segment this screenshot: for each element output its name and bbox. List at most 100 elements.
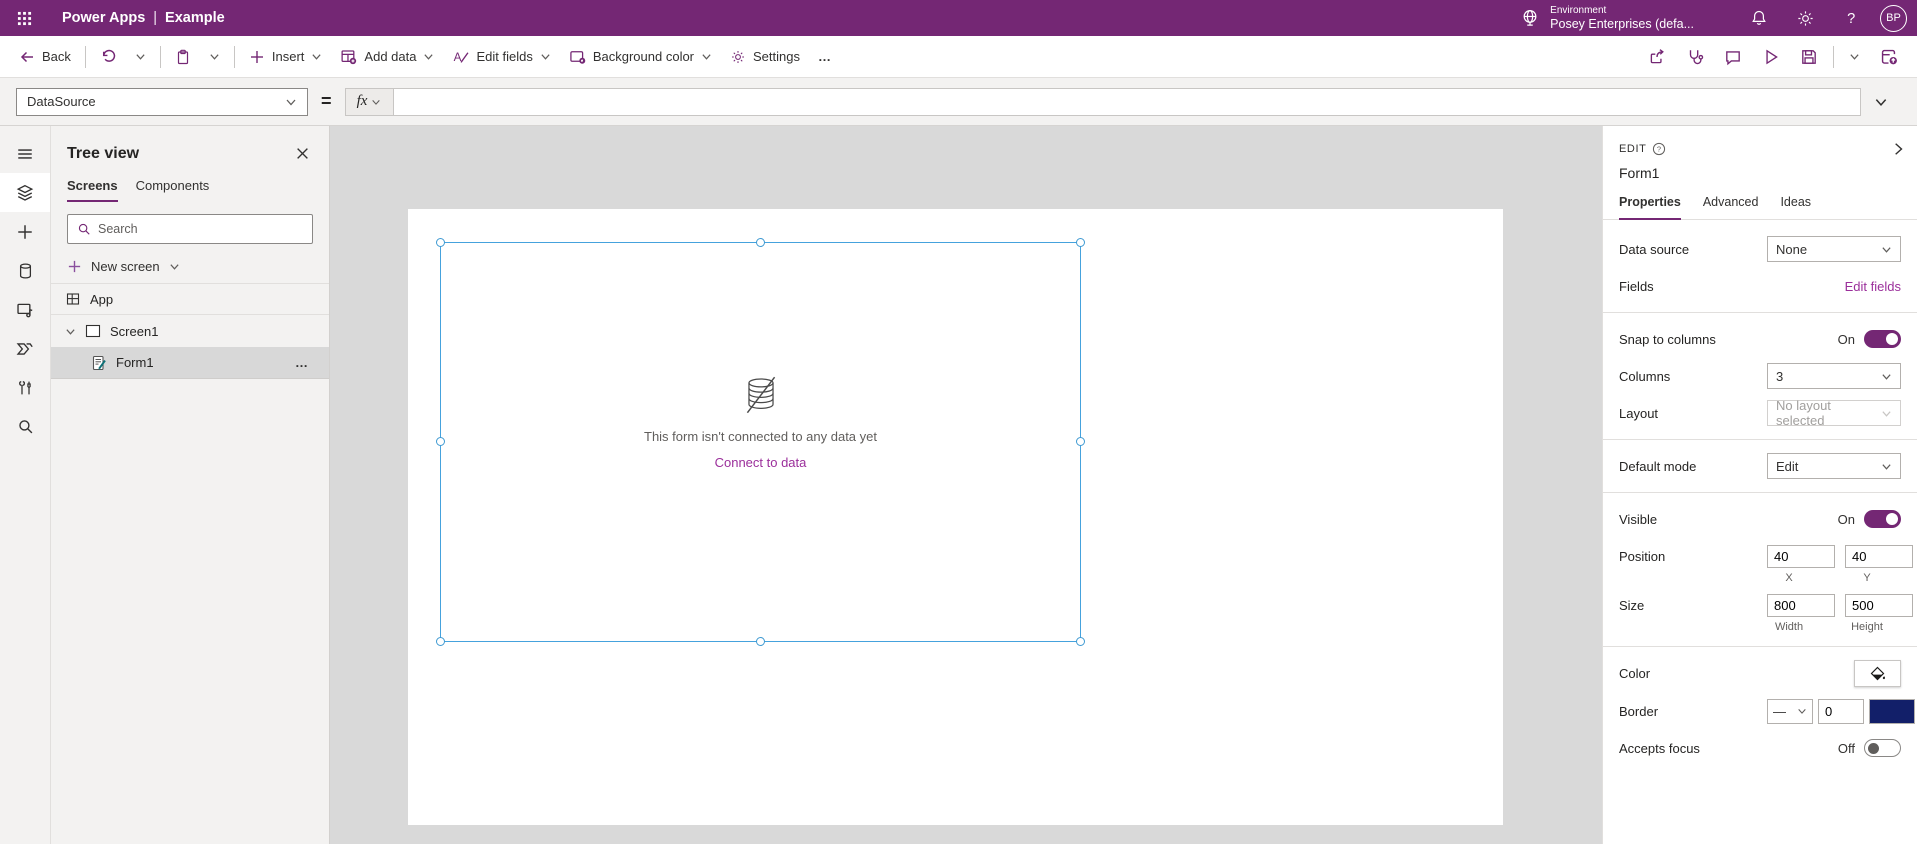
layout-value: No layout selected	[1776, 398, 1831, 428]
resize-handle[interactable]	[436, 637, 445, 646]
settings-label: Settings	[753, 49, 800, 64]
settings-button[interactable]: Settings	[721, 41, 809, 73]
formula-bar-expand-chevron[interactable]	[1861, 95, 1901, 109]
background-color-button[interactable]: Background color	[560, 41, 721, 73]
app-title: Power Apps | Example	[62, 10, 225, 26]
waffle-menu-icon[interactable]	[0, 0, 48, 36]
fill-color-button[interactable]	[1854, 660, 1901, 687]
rail-power-automate-icon[interactable]	[0, 329, 50, 368]
resize-handle[interactable]	[1076, 637, 1085, 646]
border-color-swatch[interactable]	[1869, 698, 1915, 724]
position-y-input[interactable]	[1845, 544, 1913, 568]
properties-panel: EDIT ? Form1 Properties Advanced Ideas D…	[1602, 126, 1917, 844]
formula-input-group: fx	[344, 87, 1861, 116]
fx-button[interactable]: fx	[345, 88, 394, 115]
notifications-bell-icon[interactable]	[1736, 0, 1782, 36]
paste-split-chevron[interactable]	[200, 41, 229, 73]
connect-to-data-link[interactable]: Connect to data	[715, 455, 807, 470]
app-checker-stethoscope-icon[interactable]	[1676, 41, 1714, 73]
property-selector-dropdown[interactable]: DataSource	[16, 87, 308, 116]
chevron-down-icon[interactable]	[65, 326, 76, 337]
formula-input[interactable]	[393, 88, 1860, 115]
default-mode-value: Edit	[1776, 458, 1799, 474]
svg-text:?: ?	[1657, 145, 1661, 154]
tree-item-screen1[interactable]: Screen1	[51, 315, 329, 347]
user-avatar[interactable]: BP	[1880, 4, 1907, 32]
tab-advanced[interactable]: Advanced	[1703, 195, 1759, 219]
tab-properties[interactable]: Properties	[1619, 195, 1681, 220]
tab-ideas[interactable]: Ideas	[1780, 195, 1811, 219]
size-height-input[interactable]	[1845, 593, 1913, 617]
rail-advanced-tools-icon[interactable]	[0, 368, 50, 407]
position-label: Position	[1619, 548, 1666, 564]
rail-search-icon[interactable]	[0, 407, 50, 446]
resize-handle[interactable]	[755, 238, 765, 247]
snap-to-columns-toggle[interactable]	[1864, 330, 1901, 348]
app-grid-icon	[65, 291, 81, 307]
rail-hamburger-menu[interactable]	[0, 134, 50, 173]
publish-button[interactable]	[1869, 41, 1907, 73]
visible-toggle[interactable]	[1864, 510, 1901, 528]
accepts-focus-label: Accepts focus	[1619, 740, 1700, 756]
insert-button[interactable]: Insert	[240, 41, 332, 73]
close-icon[interactable]	[292, 143, 313, 164]
search-input[interactable]	[98, 222, 303, 236]
undo-split-chevron[interactable]	[126, 41, 155, 73]
chevron-down-icon	[1881, 244, 1892, 255]
save-button[interactable]	[1790, 41, 1828, 73]
preview-play-button[interactable]	[1752, 41, 1790, 73]
background-color-icon	[569, 48, 586, 65]
accepts-focus-toggle[interactable]	[1864, 739, 1901, 757]
border-style-value: —	[1773, 703, 1786, 719]
database-disconnected-icon	[738, 373, 784, 419]
document-name: Example	[165, 10, 225, 26]
edit-fields-link[interactable]: Edit fields	[1845, 279, 1901, 294]
tree-item-screen1-label: Screen1	[110, 323, 159, 339]
app-screen[interactable]: This form isn't connected to any data ye…	[408, 209, 1503, 825]
back-button[interactable]: Back	[10, 41, 80, 73]
border-thickness-input[interactable]	[1818, 698, 1864, 724]
new-screen-button[interactable]: New screen	[51, 252, 329, 283]
layout-label: Layout	[1619, 405, 1659, 421]
settings-gear-icon[interactable]	[1782, 0, 1828, 36]
more-commands-button[interactable]: …	[809, 41, 841, 73]
columns-dropdown[interactable]: 3	[1767, 363, 1901, 389]
tree-item-app[interactable]: App	[51, 283, 329, 315]
add-data-button[interactable]: Add data	[331, 41, 443, 73]
share-button[interactable]	[1638, 41, 1676, 73]
more-actions-icon[interactable]: …	[289, 355, 315, 370]
data-source-dropdown[interactable]: None	[1767, 236, 1901, 262]
default-mode-dropdown[interactable]: Edit	[1767, 453, 1901, 479]
rail-insert-icon[interactable]	[0, 212, 50, 251]
tab-screens[interactable]: Screens	[67, 178, 118, 202]
resize-handle[interactable]	[436, 238, 445, 247]
resize-handle[interactable]	[755, 637, 765, 646]
edit-mode-label: EDIT	[1619, 143, 1647, 155]
chevron-right-icon[interactable]	[1891, 142, 1905, 156]
paste-button[interactable]	[166, 41, 200, 73]
size-width-input[interactable]	[1767, 593, 1835, 617]
help-circle-icon[interactable]: ?	[1652, 142, 1666, 156]
help-icon[interactable]: ?	[1828, 0, 1874, 36]
rail-tree-view-icon[interactable]	[0, 173, 50, 212]
add-data-label: Add data	[364, 49, 417, 64]
edit-fields-button[interactable]: A Edit fields	[443, 41, 559, 73]
border-style-dropdown[interactable]: —	[1767, 698, 1813, 724]
rail-data-icon[interactable]	[0, 251, 50, 290]
position-x-input[interactable]	[1767, 544, 1835, 568]
undo-button[interactable]	[91, 41, 126, 73]
form-empty-state: This form isn't connected to any data ye…	[441, 373, 1080, 470]
resize-handle[interactable]	[1076, 238, 1085, 247]
chevron-down-icon	[540, 51, 551, 62]
design-canvas[interactable]: This form isn't connected to any data ye…	[330, 126, 1602, 844]
app-name[interactable]: Power Apps	[62, 10, 145, 26]
comments-button[interactable]	[1714, 41, 1752, 73]
save-split-chevron[interactable]	[1839, 41, 1869, 73]
environment-picker[interactable]: Environment Posey Enterprises (defa...	[1519, 5, 1694, 31]
size-label: Size	[1619, 597, 1645, 613]
tab-components[interactable]: Components	[136, 178, 210, 202]
form-control-selection[interactable]: This form isn't connected to any data ye…	[436, 238, 1085, 646]
rail-media-icon[interactable]	[0, 290, 50, 329]
tree-item-form1[interactable]: Form1 …	[51, 347, 329, 379]
layout-dropdown[interactable]: No layout selected	[1767, 398, 1901, 428]
